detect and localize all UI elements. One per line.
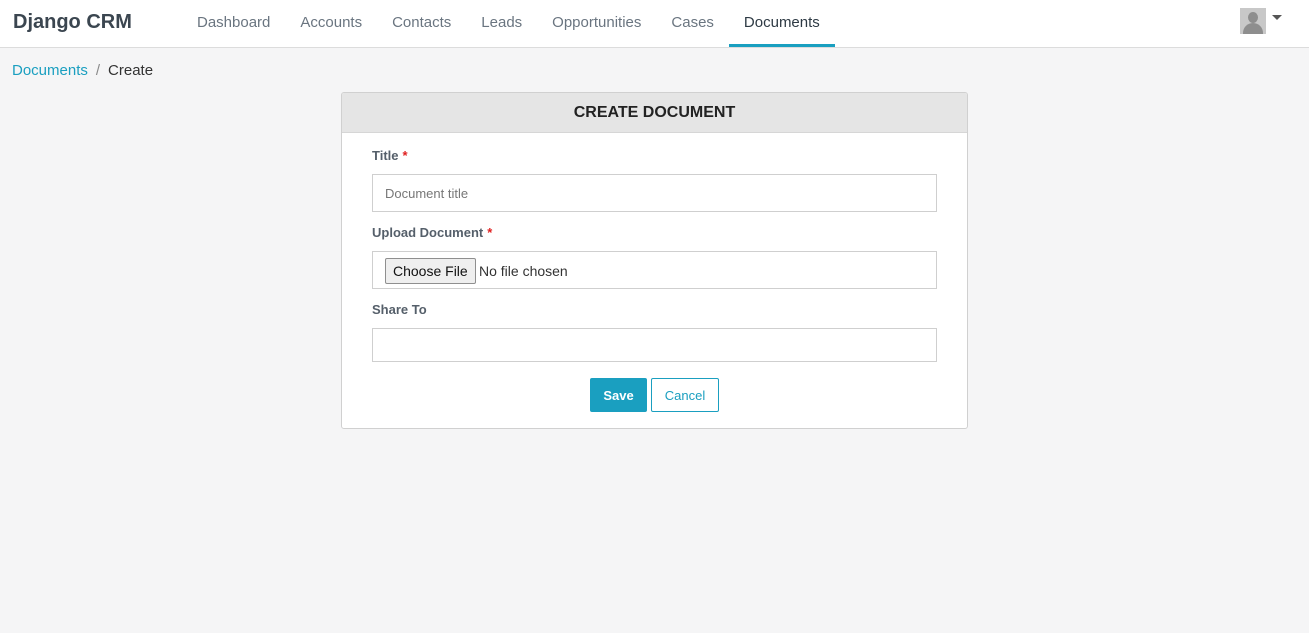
breadcrumb-documents-link[interactable]: Documents bbox=[12, 62, 88, 79]
nav-item-leads[interactable]: Leads bbox=[466, 0, 537, 47]
share-to-select[interactable] bbox=[372, 328, 937, 362]
required-marker: * bbox=[402, 148, 408, 163]
required-marker: * bbox=[487, 225, 493, 240]
upload-document-field[interactable]: Choose File No file chosen bbox=[372, 251, 937, 289]
card-title: CREATE DOCUMENT bbox=[342, 93, 967, 133]
title-label-text: Title bbox=[372, 148, 399, 163]
title-input[interactable] bbox=[372, 174, 937, 212]
nav-item-dashboard[interactable]: Dashboard bbox=[182, 0, 285, 47]
user-avatar-icon[interactable] bbox=[1240, 8, 1266, 34]
nav-item-documents[interactable]: Documents bbox=[728, 0, 835, 47]
breadcrumb: Documents / Create bbox=[12, 62, 153, 79]
choose-file-button[interactable]: Choose File bbox=[385, 258, 476, 284]
upload-label: Upload Document * bbox=[372, 225, 492, 240]
breadcrumb-current: Create bbox=[108, 62, 154, 79]
title-label: Title * bbox=[372, 148, 408, 163]
nav-menu: Dashboard Accounts Contacts Leads Opport… bbox=[182, 0, 835, 47]
nav-item-accounts[interactable]: Accounts bbox=[285, 0, 377, 47]
file-status-text: No file chosen bbox=[479, 263, 568, 279]
save-button[interactable]: Save bbox=[590, 378, 647, 412]
share-to-label: Share To bbox=[372, 302, 427, 317]
cancel-button[interactable]: Cancel bbox=[651, 378, 719, 412]
nav-item-contacts[interactable]: Contacts bbox=[377, 0, 466, 47]
user-menu[interactable] bbox=[1240, 8, 1282, 34]
nav-item-cases[interactable]: Cases bbox=[656, 0, 729, 47]
brand-logo[interactable]: Django CRM bbox=[13, 11, 132, 34]
breadcrumb-separator: / bbox=[95, 62, 101, 79]
create-document-card: CREATE DOCUMENT Title* Upload Document* … bbox=[341, 92, 968, 429]
top-navbar: Django CRM Dashboard Accounts Contacts L… bbox=[0, 0, 1309, 48]
caret-down-icon[interactable] bbox=[1272, 15, 1282, 20]
nav-item-opportunities[interactable]: Opportunities bbox=[537, 0, 656, 47]
upload-label-text: Upload Document bbox=[372, 225, 484, 240]
